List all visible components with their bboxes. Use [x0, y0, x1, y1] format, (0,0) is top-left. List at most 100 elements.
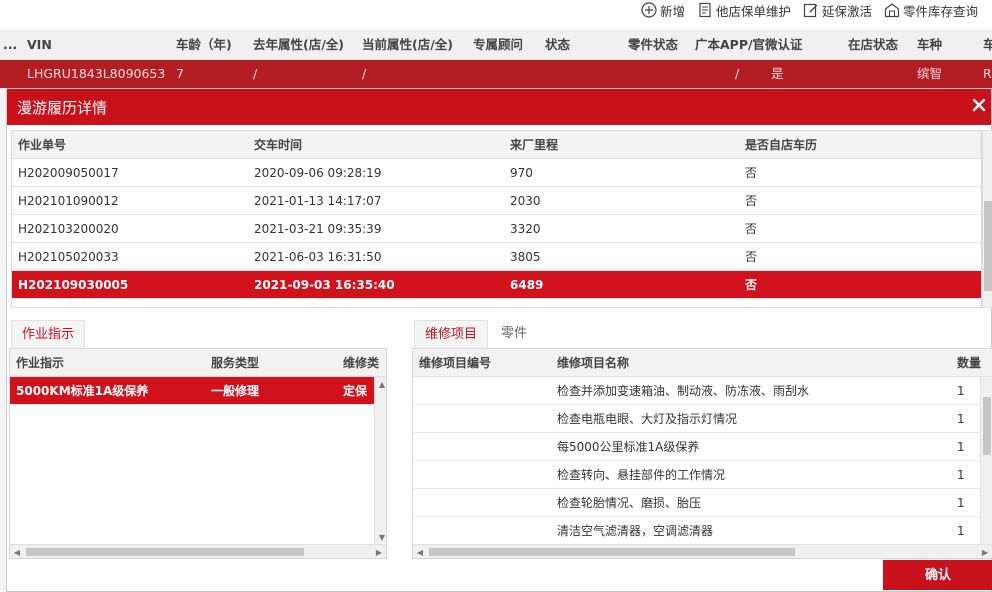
cell-work-order: H202009050017: [18, 166, 119, 180]
cell-repair-name: 每5000公里标准1A级保养: [557, 440, 700, 454]
other-store-policy-button[interactable]: 他店保单维护: [697, 1, 791, 20]
col-quantity[interactable]: 数量: [957, 349, 981, 377]
work-grid-header: 作业指示 服务类型 维修类: [10, 349, 386, 377]
repair-row[interactable]: 检查转向、悬挂部件的工作情况 1: [413, 461, 992, 489]
repair-row[interactable]: 检查并添加变速箱油、制动液、防冻液、雨刮水 1: [413, 377, 992, 405]
repair-vscroll-thumb[interactable]: [983, 397, 991, 455]
bg-col-advisor: 专属顾问: [473, 37, 524, 52]
col-repair-code[interactable]: 维修项目编号: [419, 349, 491, 377]
history-grid: 作业单号 交车时间 来厂里程 是否自店车历 H202009050017 2020…: [11, 130, 982, 308]
dialog-title: 漫游履历详情: [17, 99, 108, 117]
other-store-policy-label: 他店保单维护: [715, 3, 791, 19]
cell-own-store: 否: [745, 250, 758, 264]
work-row-selected[interactable]: 5000KM标准1A级保养 一般修理 定保: [10, 377, 385, 405]
repair-grid-vscroll[interactable]: [980, 377, 992, 544]
work-hscroll-thumb[interactable]: [26, 548, 304, 556]
history-row-selected[interactable]: H202109030005 2021-09-03 16:35:40 6489 否: [12, 271, 981, 299]
bg-col-last-year-attr: 去年属性(店/全): [253, 37, 344, 52]
tab-work-instruction[interactable]: 作业指示: [11, 320, 86, 348]
repair-row[interactable]: 每5000公里标准1A级保养 1: [413, 433, 992, 461]
cell-mileage: 3805: [510, 250, 541, 264]
bg-cell-current-attr: /: [362, 66, 367, 81]
cell-quantity: 1: [957, 440, 965, 454]
background-table-row[interactable]: LHGRU1843L8090653 7 / / / 是 缤智 R: [0, 60, 992, 88]
repair-row[interactable]: 检查电瓶电眼、大灯及指示灯情况 1: [413, 405, 992, 433]
cell-quantity: 1: [957, 412, 965, 426]
add-button[interactable]: 新增: [641, 1, 685, 20]
bg-col-in-store: 在店状态: [848, 37, 899, 52]
bg-col-vin: VIN: [27, 37, 52, 52]
close-icon[interactable]: [972, 98, 986, 112]
scroll-left-arrow-icon[interactable]: ◀: [413, 545, 427, 558]
work-grid-vscroll[interactable]: ▲ ▼: [374, 377, 386, 544]
cell-own-store: 否: [745, 166, 758, 180]
confirm-button[interactable]: 确认: [883, 560, 992, 590]
cell-work-order: H202101090012: [18, 194, 119, 208]
history-row[interactable]: H202105020033 2021-06-03 16:31:50 3805 否: [12, 243, 981, 271]
bg-cell-model: 缤智: [917, 66, 943, 81]
bg-cell-extra: R: [983, 66, 992, 81]
bg-cell-age: 7: [176, 66, 184, 81]
scroll-up-arrow-icon[interactable]: ▲: [375, 377, 386, 391]
cell-quantity: 1: [957, 496, 965, 510]
cell-own-store: 否: [745, 222, 758, 236]
edit-icon: [803, 2, 819, 18]
tab-repair-items[interactable]: 维修项目: [414, 320, 489, 348]
parts-inventory-button[interactable]: 零件库存查询: [884, 1, 978, 20]
cell-delivery-time: 2021-01-13 14:17:07: [254, 194, 382, 208]
col-work-order[interactable]: 作业单号: [18, 131, 66, 159]
col-repair-name[interactable]: 维修项目名称: [557, 349, 629, 377]
cell-mileage: 970: [510, 166, 533, 180]
cell-repair-type: 定保: [343, 384, 368, 398]
history-row[interactable]: H202101090012 2021-01-13 14:17:07 2030 否: [12, 187, 981, 215]
bg-col-model: 车种: [917, 37, 943, 52]
bg-col-app-auth: 广本APP/官微认证: [695, 37, 803, 52]
bg-col-extra: 车: [983, 37, 992, 52]
scroll-right-arrow-icon[interactable]: ▶: [978, 545, 992, 558]
col-mileage[interactable]: 来厂里程: [510, 131, 558, 159]
cell-mileage: 2030: [510, 194, 541, 208]
cell-repair-name: 检查轮胎情况、磨损、胎压: [557, 496, 702, 510]
cell-own-store: 否: [745, 278, 758, 292]
document-icon: [697, 2, 713, 18]
cell-delivery-time: 2021-09-03 16:35:40: [254, 278, 395, 292]
background-toolbar: 新增 他店保单维护 延保激活 零件库存查询: [0, 0, 992, 30]
history-row[interactable]: H202103200020 2021-03-21 09:35:39 3320 否: [12, 215, 981, 243]
cell-quantity: 1: [957, 524, 965, 538]
col-service-type[interactable]: 服务类型: [211, 349, 259, 377]
cell-service-type: 一般修理: [211, 384, 260, 398]
tab-parts[interactable]: 零件: [491, 320, 537, 348]
repair-row[interactable]: 检查轮胎情况、磨损、胎压 1: [413, 489, 992, 517]
add-label: 新增: [659, 3, 685, 19]
bg-col-status: 状态: [545, 37, 571, 52]
repair-items-grid: 维修项目编号 维修项目名称 数量 检查并添加变速箱油、制动液、防冻液、雨刮水 1…: [412, 348, 992, 559]
bg-cell-vin: LHGRU1843L8090653: [27, 66, 166, 81]
cell-mileage: 3320: [510, 222, 541, 236]
scroll-right-arrow-icon[interactable]: ▶: [372, 545, 386, 558]
history-grid-header: 作业单号 交车时间 来厂里程 是否自店车历: [12, 131, 981, 159]
work-grid-hscroll[interactable]: ◀ ▶: [10, 544, 386, 558]
col-own-store[interactable]: 是否自店车历: [745, 131, 817, 159]
history-row[interactable]: H202009050017 2020-09-06 09:28:19 970 否: [12, 159, 981, 187]
scroll-left-arrow-icon[interactable]: ◀: [10, 545, 24, 558]
cell-own-store: 否: [745, 194, 758, 208]
extended-warranty-button[interactable]: 延保激活: [803, 1, 872, 20]
cell-delivery-time: 2021-06-03 16:31:50: [254, 250, 382, 264]
history-scroll-thumb[interactable]: [984, 201, 992, 291]
background-table-header: ... VIN 车龄（年) 去年属性(店/全) 当前属性(店/全) 专属顾问 状…: [0, 30, 992, 60]
cell-quantity: 1: [957, 384, 965, 398]
scroll-down-arrow-icon[interactable]: ▼: [375, 530, 386, 544]
repair-row[interactable]: 清洁空气滤清器，空调滤清器 1: [413, 517, 992, 545]
cell-work-order: H202109030005: [18, 278, 129, 292]
bg-col-current-attr: 当前属性(店/全): [362, 37, 453, 52]
parts-inventory-label: 零件库存查询: [902, 3, 978, 19]
col-delivery-time[interactable]: 交车时间: [254, 131, 302, 159]
history-grid-scrollbar[interactable]: [982, 130, 992, 308]
cell-mileage: 6489: [510, 278, 544, 292]
col-instruction[interactable]: 作业指示: [16, 349, 64, 377]
cell-instruction: 5000KM标准1A级保养: [16, 384, 149, 398]
repair-grid-hscroll[interactable]: ◀ ▶: [413, 544, 992, 558]
repair-hscroll-thumb[interactable]: [429, 548, 795, 556]
cell-repair-name: 检查并添加变速箱油、制动液、防冻液、雨刮水: [557, 384, 810, 398]
col-repair-type[interactable]: 维修类: [343, 349, 379, 377]
